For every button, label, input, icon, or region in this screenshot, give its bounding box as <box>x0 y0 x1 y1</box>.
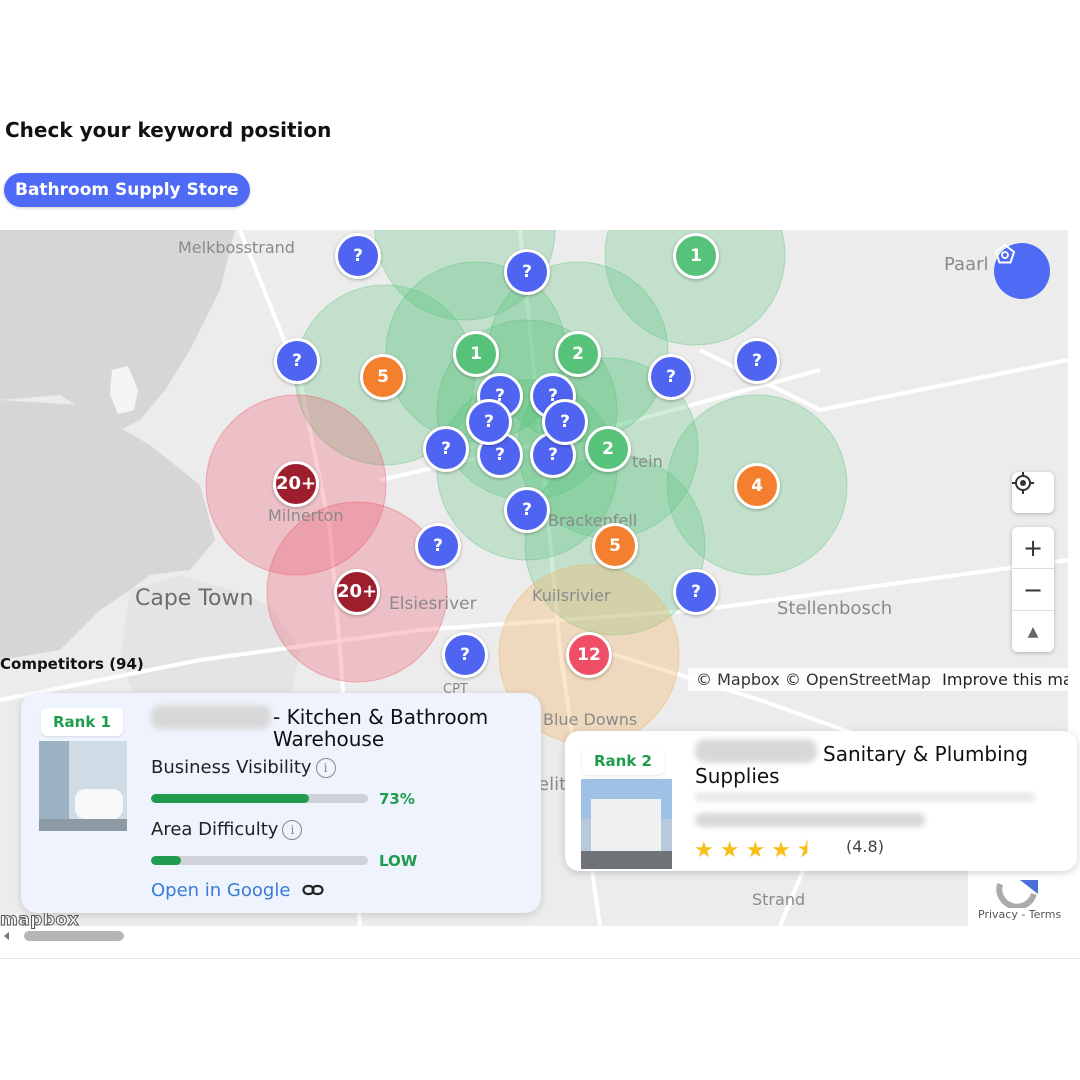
rank-marker[interactable]: 2 <box>555 331 601 377</box>
rank-marker[interactable]: ? <box>466 399 512 445</box>
visibility-bar <box>151 794 368 803</box>
visibility-label: Business Visibility i <box>151 757 336 778</box>
rank-marker[interactable]: ? <box>542 399 588 445</box>
place-label: Kuilsrivier <box>532 586 611 605</box>
business-name: Sanitary & Plumbing Supplies <box>695 742 1029 788</box>
page-title: Check your keyword position <box>5 118 332 142</box>
place-label: Cape Town <box>135 586 254 611</box>
difficulty-label: Area Difficulty i <box>151 819 303 840</box>
mapbox-logo: mapbox <box>0 910 80 931</box>
zoom-in-button[interactable]: + <box>1012 527 1054 569</box>
rank-marker[interactable]: 5 <box>360 354 406 400</box>
place-label: Blue Downs <box>543 710 638 729</box>
compass-button[interactable]: ▲ <box>1012 611 1054 652</box>
rank-marker[interactable]: 1 <box>673 233 719 279</box>
info-icon[interactable]: i <box>315 758 336 778</box>
place-label: Strand <box>752 890 806 909</box>
recaptcha-icon <box>996 880 1038 908</box>
zoom-out-button[interactable]: − <box>1012 569 1054 611</box>
rank-badge: Rank 2 <box>582 747 664 775</box>
rating-stars: ★★★★⯨ <box>694 838 815 863</box>
rank-badge: Rank 1 <box>41 708 123 736</box>
locate-control[interactable] <box>1012 472 1054 513</box>
rank-marker[interactable]: ? <box>415 523 461 569</box>
place-label: tein <box>632 452 663 471</box>
rank-marker[interactable]: ? <box>673 569 719 615</box>
link-icon <box>302 884 324 896</box>
pentagon-icon <box>994 243 1016 264</box>
divider <box>0 958 1080 959</box>
brand-button[interactable] <box>994 243 1050 299</box>
place-label: Stellenbosch <box>777 598 893 619</box>
rank-marker[interactable]: ? <box>648 354 694 400</box>
business-photo <box>39 741 127 831</box>
business-name: - Kitchen & Bathroom Warehouse <box>273 705 489 751</box>
privacy-terms-link[interactable]: Privacy - Terms <box>978 908 1061 921</box>
rank-marker[interactable]: ? <box>504 249 550 295</box>
difficulty-value: LOW <box>379 852 418 870</box>
map-attribution: © Mapbox © OpenStreetMap Improve this ma… <box>688 668 1068 691</box>
open-in-google-link[interactable]: Open in Google <box>151 880 324 901</box>
place-label: Milnerton <box>268 506 344 525</box>
redacted-name <box>151 705 271 729</box>
place-label: Melkbosstrand <box>178 238 295 257</box>
rank-marker[interactable]: 12 <box>566 632 612 678</box>
rank-marker[interactable]: 20+ <box>273 461 319 507</box>
rank-marker[interactable]: ? <box>423 426 469 472</box>
rank-marker[interactable]: ? <box>274 338 320 384</box>
improve-map-link[interactable]: Improve this map <box>942 670 1068 689</box>
rank-marker[interactable]: 4 <box>734 463 780 509</box>
place-label: elit <box>538 774 567 795</box>
mapbox-attribution-link[interactable]: © Mapbox <box>696 670 780 689</box>
competitors-count: Competitors (94) <box>0 655 144 673</box>
info-icon[interactable]: i <box>282 820 303 840</box>
rank-marker[interactable]: 1 <box>453 331 499 377</box>
place-label: Elsiesriver <box>389 594 477 614</box>
rank-marker[interactable]: 5 <box>592 523 638 569</box>
redacted-address <box>695 813 925 827</box>
place-label: Paarl <box>944 254 989 275</box>
visibility-value: 73% <box>379 790 415 808</box>
recaptcha-badge[interactable]: Privacy - Terms <box>968 870 1068 926</box>
redacted-address <box>695 793 1035 801</box>
rank-marker[interactable]: ? <box>504 487 550 533</box>
zoom-controls: + − ▲ <box>1012 527 1054 652</box>
rank-marker[interactable]: ? <box>335 233 381 279</box>
horizontal-scrollbar[interactable] <box>0 928 130 944</box>
rank-marker[interactable]: 2 <box>585 426 631 472</box>
rank-marker[interactable]: ? <box>442 632 488 678</box>
rank-marker[interactable]: ? <box>734 338 780 384</box>
keyword-chip[interactable]: Bathroom Supply Store <box>4 173 250 207</box>
crosshair-icon[interactable] <box>1012 472 1054 513</box>
osm-attribution-link[interactable]: © OpenStreetMap <box>785 670 931 689</box>
rating-value: (4.8) <box>846 837 884 856</box>
business-photo <box>581 779 672 869</box>
difficulty-bar <box>151 856 368 865</box>
rank-marker[interactable]: 20+ <box>334 569 380 615</box>
competitor-card-rank-2[interactable]: Rank 2 Sanitary & Plumbing Supplies <box>565 731 1077 871</box>
